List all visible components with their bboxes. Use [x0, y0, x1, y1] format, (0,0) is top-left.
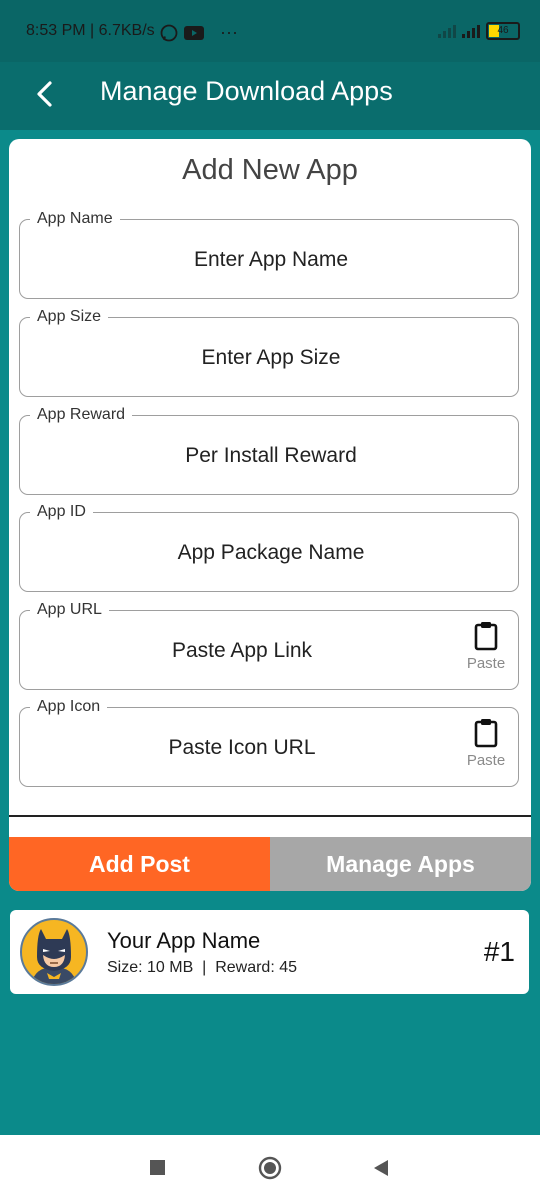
app-reward-field: App Reward [19, 406, 522, 496]
paste-url-label: Paste [466, 655, 506, 672]
app-reward-input[interactable] [20, 416, 522, 496]
app-url-input[interactable] [20, 611, 464, 691]
nav-back-button[interactable] [372, 1158, 390, 1178]
app-id-field: App ID [19, 503, 522, 593]
recents-button[interactable] [150, 1160, 165, 1175]
clipboard-icon [474, 622, 498, 651]
app-name-input[interactable] [20, 220, 522, 300]
battery-icon: 46 [486, 22, 520, 40]
manage-apps-button[interactable]: Manage Apps [270, 837, 531, 891]
back-button[interactable] [24, 74, 64, 114]
app-icon-input[interactable] [20, 708, 464, 788]
youtube-icon [184, 25, 204, 40]
status-notification-icons: ··· [160, 22, 238, 43]
battery-level: 46 [497, 25, 509, 36]
paste-icon-button[interactable]: Paste [464, 718, 508, 778]
home-button[interactable] [258, 1156, 282, 1180]
signal-icon [438, 24, 456, 38]
add-post-button[interactable]: Add Post [9, 837, 270, 891]
app-size-field: App Size [19, 308, 522, 398]
batman-avatar-icon [20, 918, 88, 986]
divider [9, 815, 531, 817]
paste-url-button[interactable]: Paste [464, 621, 508, 681]
app-url-field: App URL Paste [19, 601, 519, 691]
form-title: Add New App [182, 154, 358, 186]
status-more-dots: ··· [220, 22, 238, 42]
page-title: Manage Download Apps [100, 76, 393, 106]
app-item-name: Your App Name [107, 928, 261, 953]
status-bar: 8:53 PM | 6.7KB/s ··· 46 [0, 0, 540, 62]
status-system-icons: 46 [438, 22, 520, 40]
app-item-meta: Size: 10 MB | Reward: 45 [107, 959, 298, 976]
app-size-input[interactable] [20, 318, 522, 398]
whatsapp-icon [160, 24, 178, 41]
back-arrow-icon [37, 81, 52, 107]
app-list-item[interactable]: Your App Name Size: 10 MB | Reward: 45 #… [10, 910, 529, 994]
app-item-rank: #1 [483, 936, 515, 967]
signal-4g-icon [462, 24, 480, 38]
status-time: 8:53 PM | 6.7KB/s [26, 22, 155, 39]
paste-icon-label: Paste [466, 752, 506, 769]
app-id-input[interactable] [20, 513, 522, 593]
app-bar: Manage Download Apps [0, 62, 540, 130]
clipboard-icon [474, 719, 498, 748]
app-icon-field: App Icon Paste [19, 698, 519, 788]
add-app-card: Add New App App Name App Size App Reward… [9, 139, 531, 891]
system-nav-bar [0, 1135, 540, 1200]
app-name-field: App Name [19, 210, 522, 300]
